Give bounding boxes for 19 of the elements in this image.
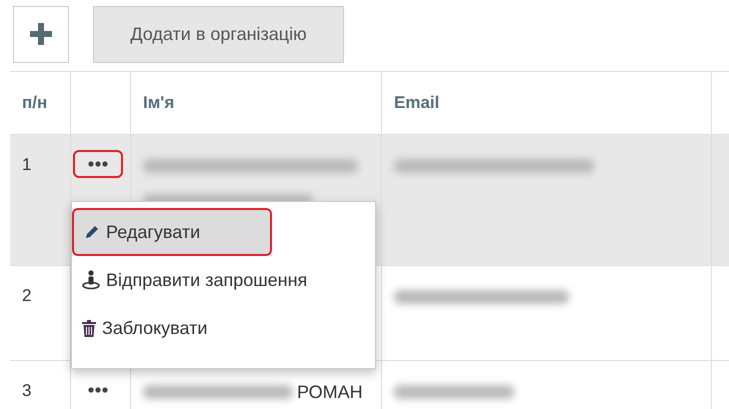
column-header: п/н xyxy=(22,93,48,113)
menu-item[interactable]: Відправити запрошення xyxy=(72,256,375,304)
ellipsis-icon xyxy=(88,387,108,393)
person-icon xyxy=(82,270,100,290)
column-header: Email xyxy=(394,93,440,113)
row-number: 2 xyxy=(22,286,32,305)
row-number: 1 xyxy=(22,155,32,174)
pencil-icon xyxy=(84,224,100,240)
menu-item[interactable]: Редагувати xyxy=(72,208,272,256)
add-to-organization-button[interactable]: Додати в організацію xyxy=(93,6,344,62)
add-button[interactable] xyxy=(13,6,69,62)
row-number: 3 xyxy=(22,381,32,400)
menu-item[interactable]: Заблокувати xyxy=(72,304,375,352)
ellipsis-icon xyxy=(88,161,108,167)
name-text: РОМАН xyxy=(297,382,363,402)
trash-icon xyxy=(82,320,96,336)
plus-icon xyxy=(30,23,52,45)
more-actions-button[interactable] xyxy=(73,150,123,178)
column-header: Ім'я xyxy=(143,93,174,113)
